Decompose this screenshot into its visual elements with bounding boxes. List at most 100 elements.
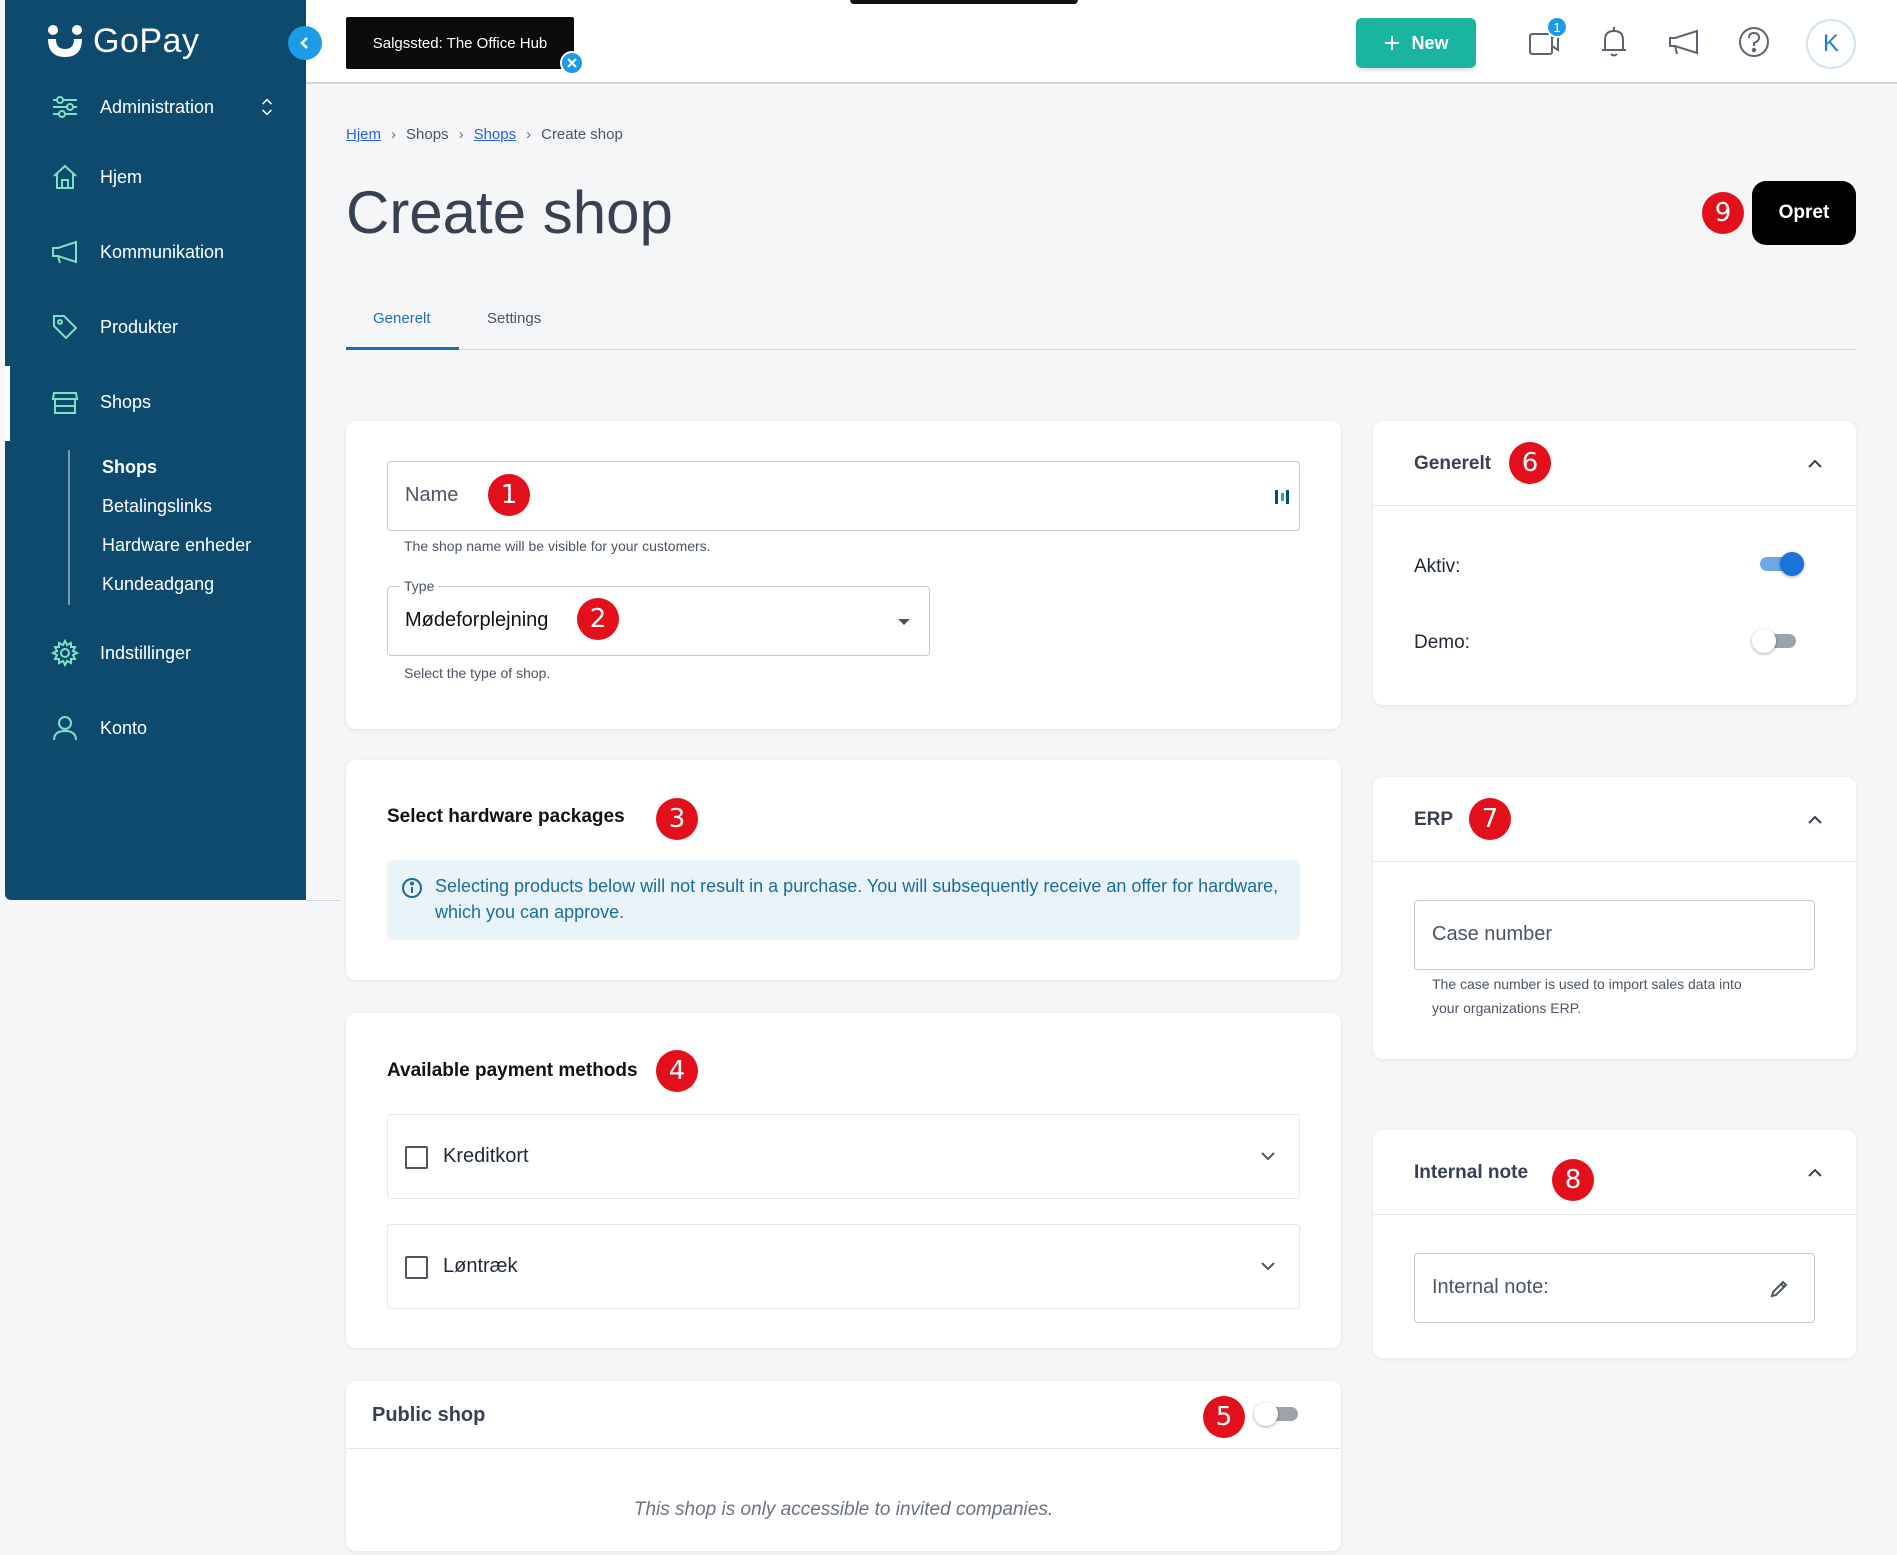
breadcrumb-separator: › [458, 126, 464, 143]
generelt-panel-header[interactable]: Generelt 6 [1373, 421, 1856, 506]
demo-toggle[interactable] [1752, 629, 1800, 653]
shop-selector-chip[interactable]: Salgssted: The Office Hub [346, 17, 574, 69]
public-shop-title: Public shop [372, 1404, 486, 1426]
breadcrumb-link-hjem[interactable]: Hjem [346, 126, 381, 143]
name-helper-text: The shop name will be visible for your c… [404, 538, 711, 554]
erp-panel-header[interactable]: ERP 7 [1373, 777, 1856, 862]
marker-4: 4 [656, 1050, 698, 1092]
tab-settings[interactable]: Settings [487, 310, 541, 327]
sidebar-item-label: Produkter [100, 316, 179, 337]
new-button[interactable]: New [1356, 18, 1476, 68]
payment-method-kreditkort[interactable]: Kreditkort [387, 1114, 1300, 1199]
megaphone-icon[interactable] [1666, 24, 1702, 60]
sidebar-item-produkter[interactable]: Produkter [50, 312, 178, 342]
aktiv-toggle[interactable] [1756, 552, 1804, 576]
help-icon[interactable] [1736, 24, 1772, 60]
internal-note-panel: Internal note 8 Internal note: [1373, 1130, 1856, 1358]
marker-1: 1 [488, 474, 530, 516]
demo-label: Demo: [1414, 632, 1470, 653]
marker-3: 3 [656, 798, 698, 840]
hardware-info-text: Selecting products below will not result… [435, 876, 1279, 922]
public-shop-card: Public shop 5 This shop is only accessib… [346, 1381, 1341, 1551]
subitem-shops[interactable]: Shops [102, 457, 157, 478]
generelt-panel-title: Generelt [1414, 453, 1492, 474]
sidebar-item-indstillinger[interactable]: Indstillinger [50, 638, 191, 668]
tab-bar: Generelt Settings [346, 300, 1856, 350]
pencil-icon[interactable] [1768, 1278, 1790, 1300]
hardware-info-box: Selecting products below will not result… [387, 860, 1300, 940]
sidebar: GoPay Administration Hjem Kommunikation … [5, 0, 306, 900]
chevron-up-down-icon [262, 98, 272, 116]
internal-note-panel-header[interactable]: Internal note 8 [1373, 1130, 1856, 1215]
case-number-placeholder: Case number [1432, 923, 1553, 945]
divider [306, 900, 340, 901]
chip-close-button[interactable] [560, 51, 584, 75]
tab-generelt[interactable]: Generelt [373, 310, 431, 327]
chevron-up-icon[interactable] [1804, 453, 1826, 475]
brand-logo[interactable]: GoPay [45, 22, 199, 61]
kreditkort-checkbox[interactable] [405, 1146, 428, 1169]
case-number-input[interactable]: Case number [1414, 900, 1815, 970]
internal-note-input[interactable]: Internal note: [1414, 1253, 1815, 1323]
case-number-helper-line1: The case number is used to import sales … [1432, 976, 1742, 992]
sidebar-item-konto[interactable]: Konto [50, 713, 147, 743]
marker-5: 5 [1203, 1396, 1245, 1438]
subitem-hardware-enheder[interactable]: Hardware enheder [102, 535, 251, 556]
sidebar-item-administration[interactable]: Administration [50, 92, 278, 122]
type-select[interactable]: Type Mødeforplejning [387, 578, 930, 656]
marker-8: 8 [1552, 1159, 1594, 1201]
subitem-kundeadgang[interactable]: Kundeadgang [102, 574, 214, 595]
public-shop-toggle[interactable] [1254, 1402, 1302, 1426]
chevron-down-icon[interactable] [1257, 1145, 1279, 1167]
payment-title: Available payment methods [387, 1060, 638, 1081]
sidebar-item-label: Kommunikation [100, 241, 225, 262]
info-icon [402, 878, 422, 898]
sidebar-item-label: Indstillinger [100, 642, 192, 663]
sidebar-item-hjem[interactable]: Hjem [50, 162, 142, 192]
breadcrumb-current: Create shop [541, 126, 623, 143]
hardware-title: Select hardware packages [387, 806, 625, 827]
password-manager-icon[interactable] [1273, 487, 1291, 507]
notification-count-badge: 1 [1546, 16, 1568, 38]
type-helper-text: Select the type of shop. [404, 665, 551, 681]
submenu-divider [68, 450, 70, 605]
toggle-knob [1752, 629, 1776, 653]
sidebar-item-label: Konto [100, 717, 148, 738]
collapse-sidebar-button[interactable] [288, 26, 322, 60]
generelt-panel: Generelt 6 Aktiv: Demo: [1373, 421, 1856, 705]
sidebar-item-label: Administration [100, 96, 215, 117]
caret-down-icon [898, 619, 910, 625]
window-notch [850, 0, 1078, 4]
payment-method-label: Løntræk [443, 1255, 518, 1277]
chevron-down-icon[interactable] [1257, 1255, 1279, 1277]
lontraek-checkbox[interactable] [405, 1256, 428, 1279]
breadcrumb: Hjem › Shops › Shops › Create shop [346, 126, 623, 143]
bell-icon[interactable] [1596, 24, 1632, 60]
breadcrumb-item-shops: Shops [406, 126, 449, 143]
erp-panel: ERP 7 Case number The case number is use… [1373, 777, 1856, 1059]
toggle-knob [1780, 552, 1804, 576]
create-button[interactable]: Opret [1752, 181, 1856, 245]
gopay-logo-icon [48, 24, 82, 57]
aktiv-label: Aktiv: [1414, 556, 1461, 577]
sidebar-item-shops[interactable]: Shops [50, 387, 151, 417]
chevron-up-icon[interactable] [1804, 809, 1826, 831]
type-label: Type [400, 578, 439, 594]
store-icon [51, 392, 79, 414]
breadcrumb-separator: › [526, 126, 532, 143]
close-icon [567, 58, 577, 68]
subitem-betalingslinks[interactable]: Betalingslinks [102, 496, 212, 517]
plus-icon [1385, 36, 1400, 50]
user-avatar[interactable]: K [1806, 19, 1856, 69]
breadcrumb-link-shops[interactable]: Shops [474, 126, 517, 143]
payment-method-lontraek[interactable]: Løntræk [387, 1224, 1300, 1309]
chevron-up-icon[interactable] [1804, 1162, 1826, 1184]
sidebar-item-kommunikation[interactable]: Kommunikation [50, 237, 224, 267]
brand-name: GoPay [93, 22, 200, 60]
erp-panel-title: ERP [1414, 809, 1454, 830]
new-button-label: New [1411, 32, 1449, 53]
breadcrumb-separator: › [391, 126, 397, 143]
payment-method-label: Kreditkort [443, 1145, 529, 1167]
marker-2: 2 [577, 598, 619, 640]
home-icon [53, 164, 77, 189]
